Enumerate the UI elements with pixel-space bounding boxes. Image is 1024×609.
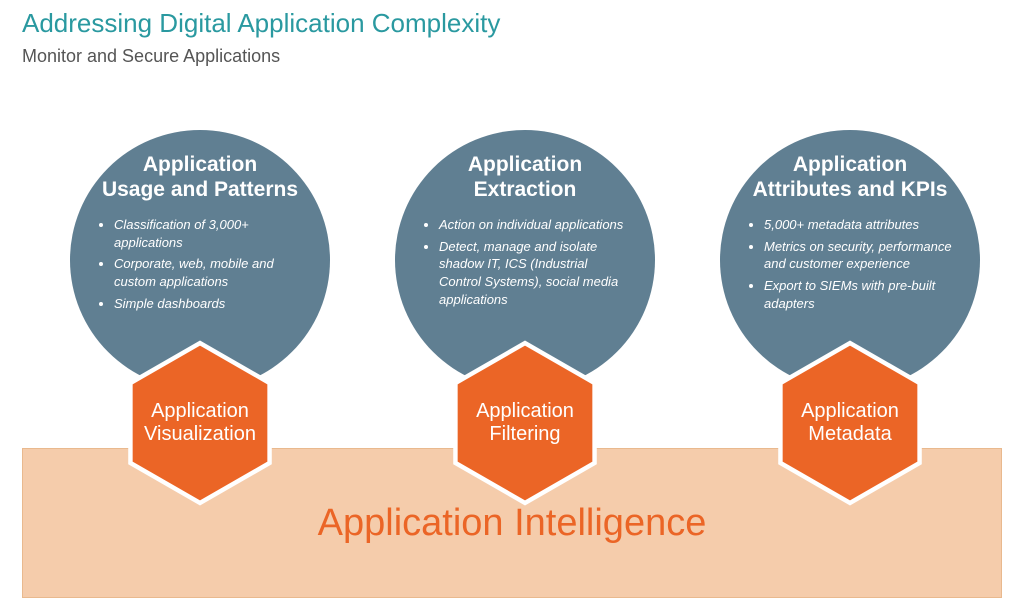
circle-title: Application Extraction <box>417 152 633 202</box>
hexagon-filtering: Application Filtering <box>451 340 599 506</box>
circle-bullets: 5,000+ metadata attributes Metrics on se… <box>742 216 958 316</box>
bullet: Classification of 3,000+ applications <box>114 216 302 251</box>
bullet: Export to SIEMs with pre-built adapters <box>764 277 952 312</box>
hexagon-label: Application Metadata <box>776 340 924 506</box>
bullet: Corporate, web, mobile and custom applic… <box>114 255 302 290</box>
bullet: Simple dashboards <box>114 295 302 313</box>
column-extraction: Application Extraction Action on individ… <box>385 130 665 390</box>
circle-bullets: Classification of 3,000+ applications Co… <box>92 216 308 316</box>
slide-subtitle: Monitor and Secure Applications <box>22 46 280 67</box>
circle-title: Application Usage and Patterns <box>92 152 308 202</box>
base-band-label: Application Intelligence <box>318 502 707 545</box>
bullet: 5,000+ metadata attributes <box>764 216 952 234</box>
hexagon-label: Application Filtering <box>451 340 599 506</box>
bullet: Action on individual applications <box>439 216 627 234</box>
bullet: Metrics on security, performance and cus… <box>764 238 952 273</box>
slide-title: Addressing Digital Application Complexit… <box>22 8 500 39</box>
circle-title: Application Attributes and KPIs <box>742 152 958 202</box>
column-attributes-kpis: Application Attributes and KPIs 5,000+ m… <box>710 130 990 390</box>
hexagon-metadata: Application Metadata <box>776 340 924 506</box>
hexagon-visualization: Application Visualization <box>126 340 274 506</box>
column-usage-patterns: Application Usage and Patterns Classific… <box>60 130 340 390</box>
bullet: Detect, manage and isolate shadow IT, IC… <box>439 238 627 308</box>
hexagon-label: Application Visualization <box>126 340 274 506</box>
slide: Addressing Digital Application Complexit… <box>0 0 1024 609</box>
circle-bullets: Action on individual applications Detect… <box>417 216 633 312</box>
